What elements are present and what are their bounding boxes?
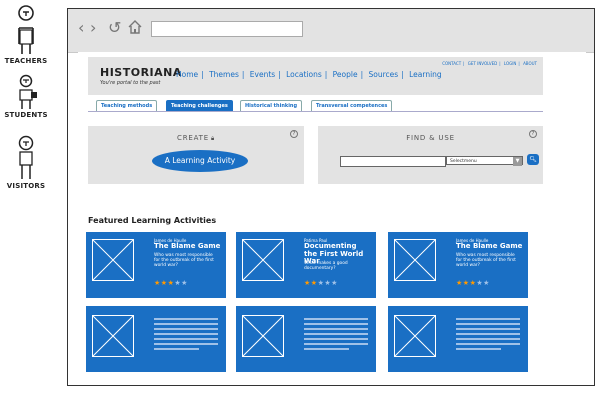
activity-card[interactable]: Patima Paul Documenting the First World … <box>236 232 376 298</box>
create-panel: CREATE 🔒︎ ? A Learning Activity <box>88 126 304 184</box>
chevron-down-icon[interactable]: ▼ <box>513 157 522 166</box>
student-icon <box>19 74 37 109</box>
card-description: Who was most responsible for the outbrea… <box>154 253 214 269</box>
nav-people[interactable]: People <box>333 70 358 79</box>
tab-historical-thinking[interactable]: Historical thinking <box>240 100 303 111</box>
util-login[interactable]: LOGIN <box>504 61 517 66</box>
refresh-icon[interactable]: ↺ <box>108 20 121 36</box>
persona-label: VISITORS <box>6 182 46 190</box>
util-get-involved[interactable]: GET INVOLVED <box>468 61 497 66</box>
star-icon: ★ <box>483 279 490 287</box>
activity-card-placeholder[interactable] <box>236 306 376 372</box>
back-icon[interactable]: ‹ <box>78 20 84 36</box>
rating-stars: ★★★★★ <box>456 279 490 287</box>
rating-stars: ★★★★★ <box>304 279 338 287</box>
tab-transversal-competences[interactable]: Transversal competences <box>311 100 393 111</box>
rating-stars: ★★★★★ <box>154 279 188 287</box>
help-icon[interactable]: ? <box>529 130 537 138</box>
site-tagline: You're portal to the past <box>100 80 161 86</box>
star-icon: ★ <box>181 279 188 287</box>
web-page: HISTORIANA You're portal to the past Hom… <box>78 52 586 384</box>
util-about[interactable]: ABOUT <box>523 61 537 66</box>
persona-teachers[interactable]: TEACHERS <box>0 4 52 65</box>
star-icon: ★ <box>462 279 470 287</box>
card-title: The Blame Game <box>456 242 523 250</box>
activity-card[interactable]: James de Haulle The Blame Game Who was m… <box>86 232 226 298</box>
placeholder-text <box>154 318 218 353</box>
select-value: Selectmenu <box>450 159 477 164</box>
nav-home[interactable]: Home <box>176 70 198 79</box>
teacher-icon <box>18 5 34 54</box>
placeholder-image-icon <box>92 315 134 357</box>
placeholder-image-icon <box>242 239 284 281</box>
nav-events[interactable]: Events <box>250 70 275 79</box>
placeholder-image-icon <box>394 239 436 281</box>
activity-card-placeholder[interactable] <box>86 306 226 372</box>
help-icon[interactable]: ? <box>290 130 298 138</box>
category-select[interactable]: Selectmenu ▼ <box>446 156 523 166</box>
star-icon: ★ <box>310 279 318 287</box>
featured-title: Featured Learning Activities <box>88 216 217 225</box>
lock-icon: 🔒︎ <box>210 135 215 142</box>
site-logo[interactable]: HISTORIANA <box>100 66 182 79</box>
tab-teaching-methods[interactable]: Teaching methods <box>96 100 158 111</box>
address-bar[interactable] <box>151 21 303 37</box>
persona-label: TEACHERS <box>4 57 48 65</box>
util-contact[interactable]: CONTACT <box>442 61 461 66</box>
browser-window: ‹ › ↺ HISTORIANA You're portal to the pa… <box>67 8 595 386</box>
search-icon: 🔍︎ <box>529 156 537 163</box>
tab-bar: Teaching methods Teaching challenges His… <box>88 99 543 112</box>
find-title: FIND & USE <box>406 134 455 142</box>
home-icon[interactable] <box>128 20 142 37</box>
placeholder-text <box>456 318 520 353</box>
placeholder-image-icon <box>394 315 436 357</box>
card-description: What makes a good documentary? <box>304 261 348 272</box>
forward-icon[interactable]: › <box>90 20 96 36</box>
placeholder-text <box>304 318 368 353</box>
persona-label: STUDENTS <box>4 111 48 119</box>
find-panel: FIND & USE ? Selectmenu ▼ 🔍︎ <box>318 126 543 184</box>
star-icon: ★ <box>160 279 168 287</box>
card-title: The Blame Game <box>154 242 221 250</box>
search-input[interactable] <box>340 156 446 167</box>
create-title: CREATE 🔒︎ <box>177 134 215 142</box>
search-button[interactable]: 🔍︎ <box>527 154 539 165</box>
main-nav: Home | Themes | Events | Locations | People |… <box>176 70 442 79</box>
card-description: Who was most responsible for the outbrea… <box>456 253 516 269</box>
nav-locations[interactable]: Locations <box>286 70 322 79</box>
star-icon: ★ <box>331 279 338 287</box>
site-header: HISTORIANA You're portal to the past Hom… <box>88 57 543 95</box>
persona-students[interactable]: STUDENTS <box>0 74 52 119</box>
utility-nav: CONTACT | GET INVOLVED | LOGIN | ABOUT <box>442 61 537 66</box>
nav-themes[interactable]: Themes <box>209 70 239 79</box>
visitor-icon <box>18 135 34 179</box>
placeholder-image-icon <box>92 239 134 281</box>
star-icon: ★ <box>304 279 311 287</box>
nav-learning[interactable]: Learning <box>409 70 442 79</box>
browser-toolbar: ‹ › ↺ <box>68 9 594 53</box>
persona-visitors[interactable]: VISITORS <box>0 135 52 190</box>
activity-card[interactable]: James de Haulle The Blame Game Who was m… <box>388 232 528 298</box>
tab-teaching-challenges[interactable]: Teaching challenges <box>166 100 233 111</box>
nav-sources[interactable]: Sources <box>369 70 399 79</box>
placeholder-image-icon <box>242 315 284 357</box>
activity-card-placeholder[interactable] <box>388 306 528 372</box>
create-learning-activity-button[interactable]: A Learning Activity <box>152 150 248 172</box>
star-icon: ★ <box>154 279 161 287</box>
star-icon: ★ <box>456 279 463 287</box>
